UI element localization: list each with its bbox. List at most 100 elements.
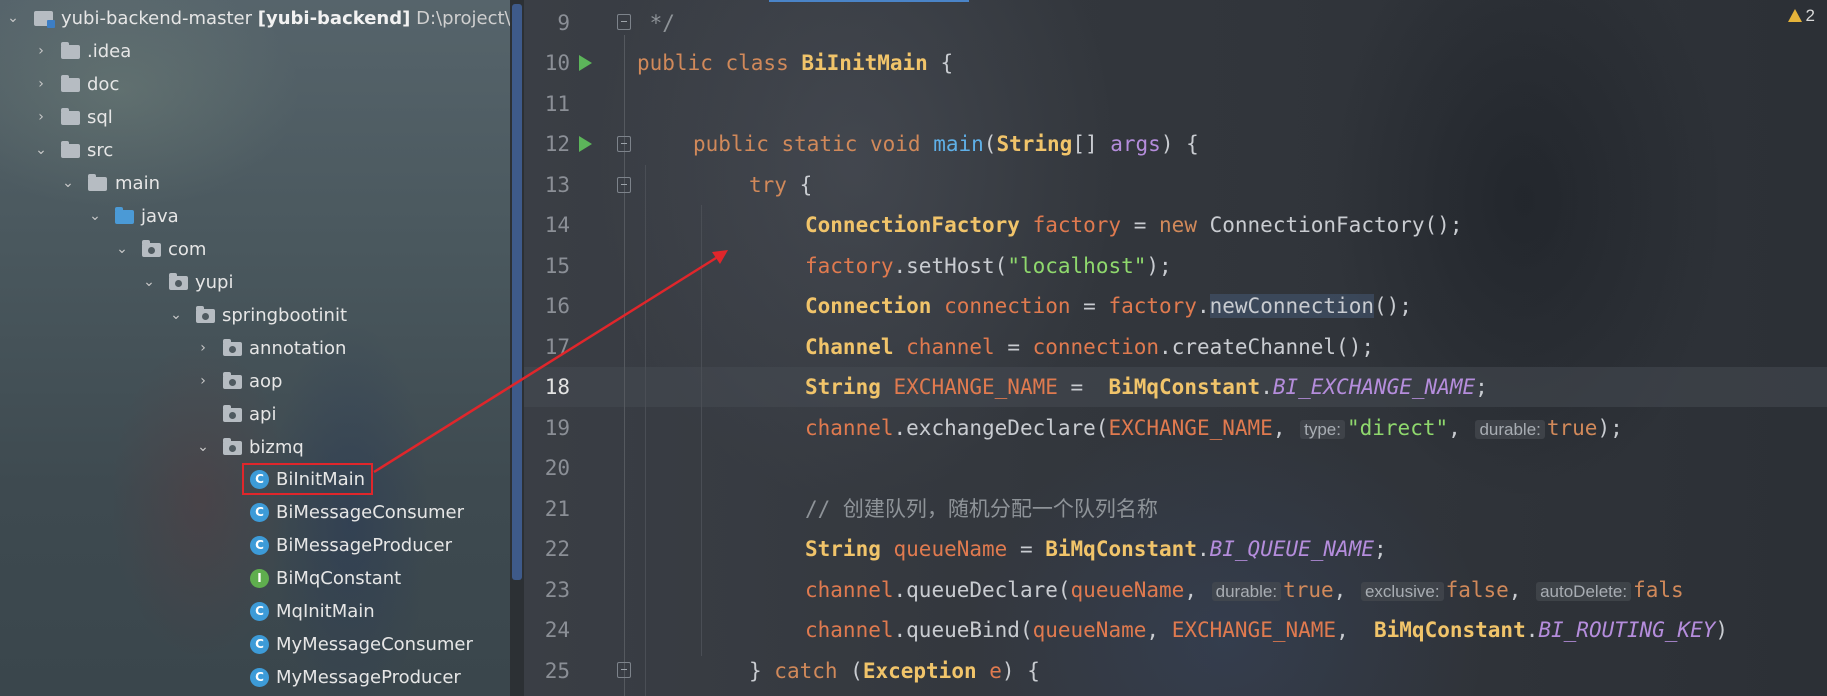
tree-item-label: yupi xyxy=(195,272,234,293)
class-icon: C xyxy=(250,602,269,621)
chevron-right-icon[interactable]: › xyxy=(32,68,50,101)
tree-item-label: sql xyxy=(87,107,113,128)
code-line-23: channel.queueDeclare(queueName, durable:… xyxy=(805,578,1684,602)
tree-scrollbar[interactable] xyxy=(510,0,524,696)
param-hint: exclusive: xyxy=(1360,582,1444,601)
annotation-highlight-box xyxy=(242,463,373,495)
editor-gutter: 9 10 11 12 13 14 15 16 17 18 19 20 21 22… xyxy=(524,0,644,696)
chevron-right-icon[interactable]: › xyxy=(194,365,212,398)
line-number: 23 xyxy=(544,578,570,602)
active-tab-indicator xyxy=(769,0,969,2)
chevron-down-icon[interactable]: ⌄ xyxy=(113,233,131,266)
fold-icon[interactable] xyxy=(617,136,631,152)
code-line-13: try { xyxy=(749,173,813,197)
chevron-right-icon[interactable]: › xyxy=(194,332,212,365)
package-icon xyxy=(223,339,242,356)
code-line-24: channel.queueBind(queueName, EXCHANGE_NA… xyxy=(805,618,1729,642)
line-number: 20 xyxy=(544,456,570,480)
tree-item-label: MqInitMain xyxy=(276,601,375,622)
project-tree-panel: ⌄ yubi-backend-master [yubi-backend] D:\… xyxy=(0,0,512,696)
tree-item-label: aop xyxy=(249,371,283,392)
chevron-down-icon[interactable]: ⌄ xyxy=(140,266,158,299)
line-number: 16 xyxy=(544,294,570,318)
class-icon: C xyxy=(250,536,269,555)
line-number: 24 xyxy=(544,618,570,642)
line-number: 12 xyxy=(544,132,570,156)
fold-icon[interactable] xyxy=(617,662,631,678)
run-gutter-icon[interactable] xyxy=(579,55,592,71)
folder-icon xyxy=(61,75,80,92)
folder-icon xyxy=(61,108,80,125)
chevron-down-icon[interactable]: ⌄ xyxy=(194,431,212,464)
package-icon xyxy=(169,273,188,290)
line-number-active: 18 xyxy=(544,375,570,399)
code-line-12: public static void main(String[] args) { xyxy=(693,132,1199,156)
tree-item-label: annotation xyxy=(249,338,347,359)
warnings-indicator[interactable]: 2 xyxy=(1787,6,1815,26)
fold-guide xyxy=(624,35,625,696)
package-icon xyxy=(196,306,215,323)
code-line-9: */ xyxy=(637,11,675,35)
class-icon: C xyxy=(250,668,269,687)
tree-item-label: .idea xyxy=(87,41,132,62)
code-line-19: channel.exchangeDeclare(EXCHANGE_NAME, t… xyxy=(805,416,1623,440)
module-icon xyxy=(34,11,55,28)
code-line-16: Connection connection = factory.newConne… xyxy=(805,294,1412,318)
code-editor[interactable]: 2 9 10 11 12 13 14 15 16 17 18 19 20 21 … xyxy=(524,0,1827,696)
run-gutter-icon[interactable] xyxy=(579,136,592,152)
param-hint: durable: xyxy=(1211,582,1282,601)
code-line-14: ConnectionFactory factory = new Connecti… xyxy=(805,213,1463,237)
module-name: [yubi-backend] xyxy=(257,8,411,29)
tree-item-label: java xyxy=(141,206,179,227)
line-number: 10 xyxy=(544,51,570,75)
fold-icon[interactable] xyxy=(617,14,631,30)
project-path: D:\project\BI\y xyxy=(416,8,512,29)
chevron-right-icon[interactable]: › xyxy=(32,101,50,134)
chevron-right-icon[interactable]: › xyxy=(32,35,50,68)
param-hint: durable: xyxy=(1475,420,1545,439)
line-number: 11 xyxy=(544,92,570,116)
fold-icon[interactable] xyxy=(617,177,631,193)
tree-item-label: com xyxy=(168,239,207,260)
folder-icon xyxy=(61,42,80,59)
code-line-22: String queueName = BiMqConstant.BI_QUEUE… xyxy=(805,537,1387,561)
folder-icon xyxy=(61,141,80,158)
line-number: 25 xyxy=(544,659,570,683)
param-hint: type: xyxy=(1300,420,1345,439)
line-number: 13 xyxy=(544,173,570,197)
chevron-down-icon[interactable]: ⌄ xyxy=(59,167,77,200)
folder-icon xyxy=(88,174,107,191)
tree-item-label: BiMessageProducer xyxy=(276,535,453,556)
code-line-18: String EXCHANGE_NAME = BiMqConstant.BI_E… xyxy=(805,375,1488,399)
tree-item-label: BiMessageConsumer xyxy=(276,502,465,523)
param-hint: autoDelete: xyxy=(1536,582,1632,601)
warnings-count: 2 xyxy=(1805,6,1815,25)
code-line-21: // 创建队列，随机分配一个队列名称 xyxy=(805,497,1158,521)
code-line-15: factory.setHost("localhost"); xyxy=(805,254,1172,278)
chevron-down-icon[interactable]: ⌄ xyxy=(167,299,185,332)
tree-item-label: api xyxy=(249,404,277,425)
class-icon: C xyxy=(250,635,269,654)
line-number: 15 xyxy=(544,254,570,278)
tree-item-label: bizmq xyxy=(249,437,304,458)
tree-item-label: main xyxy=(115,173,160,194)
project-name: yubi-backend-master xyxy=(61,8,252,29)
tree-item-label: doc xyxy=(87,74,120,95)
tree-item-label: MyMessageConsumer xyxy=(276,634,473,655)
scrollbar-thumb[interactable] xyxy=(512,4,522,580)
source-folder-icon xyxy=(115,207,134,224)
chevron-down-icon[interactable]: ⌄ xyxy=(86,200,104,233)
line-number: 19 xyxy=(544,416,570,440)
chevron-down-icon[interactable]: ⌄ xyxy=(32,134,50,167)
code-line-25: } catch (Exception e) { xyxy=(749,659,1040,683)
tree-item-label: src xyxy=(87,140,114,161)
package-icon xyxy=(223,372,242,389)
code-line-17: Channel channel = connection.createChann… xyxy=(805,335,1374,359)
line-number: 9 xyxy=(557,11,570,35)
tree-item-label: BiMqConstant xyxy=(276,568,402,589)
tree-item-label: springbootinit xyxy=(222,305,348,326)
tree-item-label: MyMessageProducer xyxy=(276,667,461,688)
warning-icon xyxy=(1787,9,1802,22)
code-line-10: public class BiInitMain { xyxy=(637,51,954,75)
chevron-down-icon[interactable]: ⌄ xyxy=(4,2,22,35)
